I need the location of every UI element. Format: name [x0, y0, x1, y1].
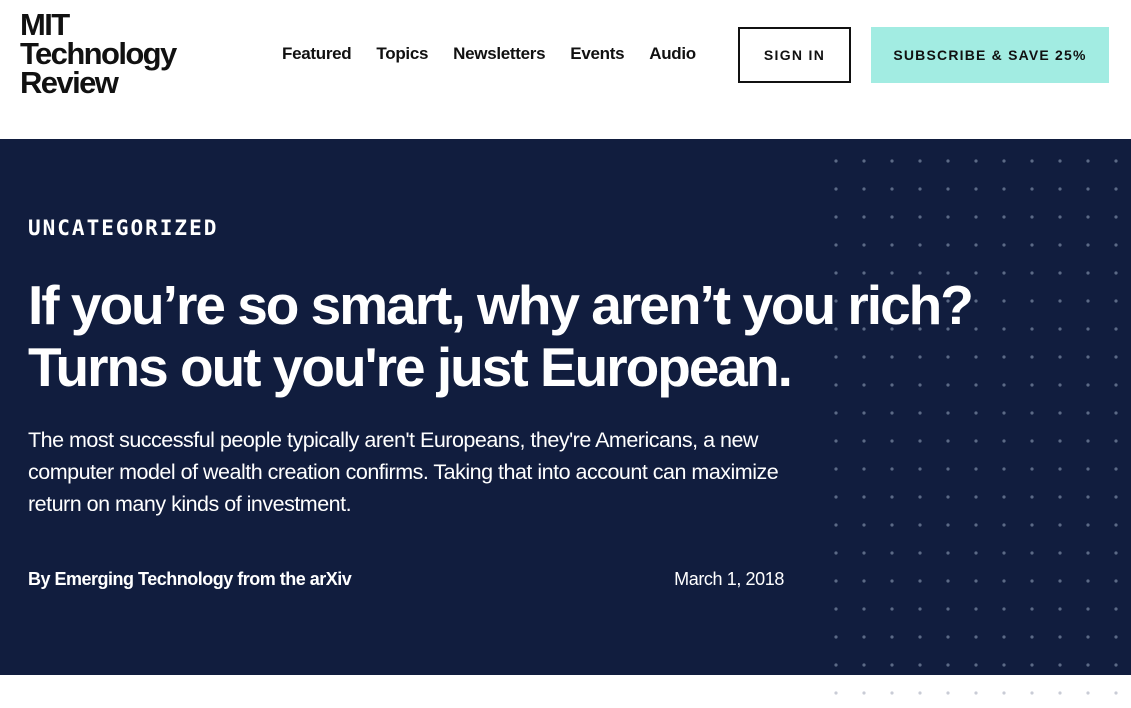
main-nav: Featured Topics Newsletters Events Audio: [282, 42, 696, 66]
nav-events[interactable]: Events: [570, 44, 624, 64]
sign-in-button[interactable]: SIGN IN: [738, 27, 851, 83]
subscribe-button[interactable]: SUBSCRIBE & SAVE 25%: [871, 27, 1109, 83]
nav-featured[interactable]: Featured: [282, 44, 352, 64]
site-header: MIT Technology Review Featured Topics Ne…: [0, 0, 1131, 139]
nav-audio[interactable]: Audio: [649, 44, 696, 64]
author-link[interactable]: Emerging Technology from the arXiv: [55, 569, 352, 589]
logo-line-technology: Technology: [20, 36, 177, 71]
logo-line-mit: MIT: [20, 7, 70, 42]
nav-newsletters[interactable]: Newsletters: [453, 44, 545, 64]
logo-line-review: Review: [20, 65, 119, 100]
article-byline: By Emerging Technology from the arXiv: [28, 569, 352, 590]
nav-topics[interactable]: Topics: [376, 44, 428, 64]
article-dek: The most successful people typically are…: [28, 428, 779, 516]
byline-prefix: By: [28, 569, 51, 589]
article-headline: If you’re so smart, why aren’t you rich?…: [28, 274, 974, 398]
article-category[interactable]: UNCATEGORIZED: [28, 216, 218, 240]
dot-pattern-decoration: [820, 148, 1131, 708]
publish-date: March 1, 2018: [674, 569, 784, 589]
mit-technology-review-logo[interactable]: MIT Technology Review: [20, 7, 205, 102]
